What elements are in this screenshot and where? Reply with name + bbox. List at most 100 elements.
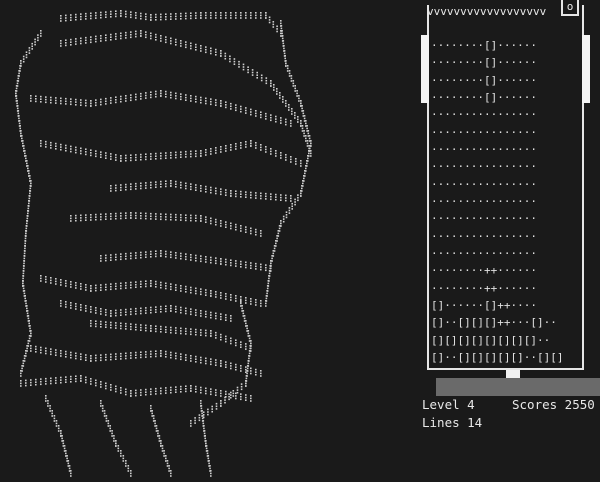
art-dot [150,155,152,158]
art-dot [195,220,197,222]
art-dot [230,362,232,365]
art-dot [140,156,142,158]
art-dot [65,97,67,100]
art-dot [260,195,262,197]
art-dot [105,218,107,220]
art-dot [285,159,287,161]
art-dot [260,305,262,307]
art-dot [25,382,27,384]
art-dot [23,292,26,295]
art-dot [55,280,57,283]
art-dot [135,307,137,310]
art-dot [200,391,202,394]
art-dot [27,317,30,320]
art-dot [165,389,167,392]
art-dot [110,16,112,18]
board-row: ········[]······ [431,90,537,104]
art-dot [276,237,278,240]
art-dot [85,305,87,307]
art-dot [190,330,192,333]
art-dot [265,295,268,297]
art-dot [150,32,152,35]
art-dot [272,23,275,26]
art-dot [243,315,246,317]
art-dot [195,328,197,331]
art-dot [185,41,187,43]
art-dot [135,212,137,214]
art-dot [242,310,245,312]
art-dot [70,19,72,21]
ascii-face-art [15,10,312,477]
art-dot [175,97,177,100]
art-dot [65,381,67,383]
art-dot [225,12,227,14]
art-dot [230,299,232,301]
art-dot [18,70,20,72]
art-dot [165,310,167,313]
art-dot [190,308,192,310]
art-dot [255,301,257,304]
art-dot [267,282,270,285]
art-dot [160,16,162,18]
art-dot [125,313,127,316]
art-dot [155,13,157,16]
art-dot [145,391,147,393]
art-dot [260,266,262,268]
art-dot [150,350,152,353]
art-dot [100,98,102,101]
art-dot [205,100,207,102]
art-dot [247,71,249,74]
art-dot [23,257,26,260]
art-dot [47,405,49,407]
art-dot [220,225,222,227]
art-dot [175,289,177,291]
art-dot [19,127,21,130]
art-dot [85,307,87,310]
art-dot [245,380,247,382]
art-dot [204,437,206,440]
art-dot [305,137,307,140]
art-dot [207,457,210,460]
art-dot [125,311,127,313]
art-dot [120,322,122,325]
art-dot [145,182,147,184]
art-dot [60,102,62,105]
art-dot [190,259,192,261]
art-dot [220,102,222,105]
art-dot [255,192,257,194]
art-dot [125,13,127,15]
art-dot [250,300,252,303]
art-dot [45,96,47,98]
art-dot [245,377,248,380]
art-dot [150,184,152,186]
art-dot [240,14,242,17]
art-dot [20,370,22,372]
art-dot [240,395,242,398]
art-dot [16,105,19,107]
art-dot [205,334,207,337]
art-dot [60,379,62,381]
art-dot [220,190,222,193]
art-dot [215,408,218,410]
art-dot [260,111,262,113]
art-dot [125,188,127,191]
art-dot [80,285,82,288]
art-dot [270,114,272,116]
art-dot [205,329,207,332]
art-dot [255,194,257,197]
art-dot [23,255,26,257]
art-dot [281,35,284,37]
art-dot [235,262,237,265]
art-dot [175,216,177,219]
art-dot [205,261,207,263]
art-dot [290,195,292,197]
art-dot [155,253,157,255]
art-dot [241,307,243,310]
art-dot [195,189,197,191]
art-dot [185,359,187,361]
art-dot [145,329,147,332]
art-dot [31,42,33,45]
art-dot [120,186,122,189]
art-dot [100,359,102,362]
art-dot [205,392,207,395]
